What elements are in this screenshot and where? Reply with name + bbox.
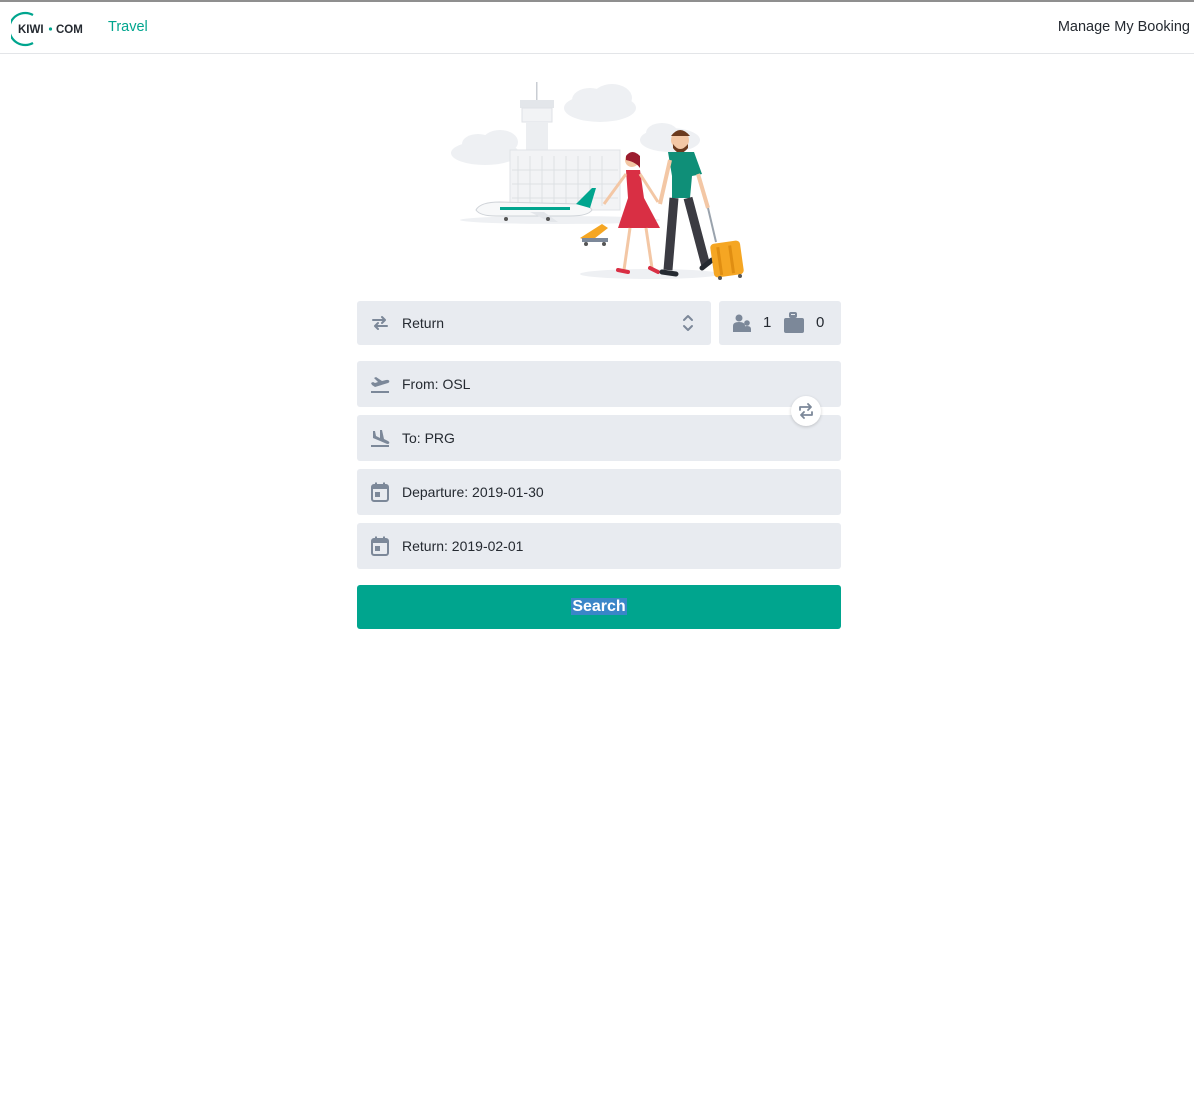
departure-date-field[interactable]: Departure: 2019-01-30	[357, 469, 841, 515]
takeoff-icon	[369, 373, 391, 395]
passenger-icon	[731, 312, 753, 334]
hero-illustration	[440, 78, 760, 288]
from-value: From: OSL	[402, 376, 471, 392]
to-value: To: PRG	[402, 430, 455, 446]
calendar-icon	[369, 535, 391, 557]
bag-count: 0	[816, 314, 825, 331]
calendar-icon	[369, 481, 391, 503]
kiwi-logo[interactable]: KIWI COM	[11, 11, 87, 47]
search-button[interactable]: Search	[357, 585, 841, 629]
manage-booking-link[interactable]: Manage My Booking	[1058, 19, 1190, 35]
departure-date-value: Departure: 2019-01-30	[402, 484, 544, 500]
swap-locations-button[interactable]	[791, 396, 821, 426]
passenger-count: 1	[763, 314, 772, 331]
landing-icon	[369, 427, 391, 449]
passengers-bags-picker[interactable]: 1 0	[719, 301, 841, 345]
top-navbar: KIWI COM Travel Manage My Booking	[0, 2, 1194, 54]
nav-travel-link[interactable]: Travel	[108, 19, 148, 35]
from-field[interactable]: From: OSL	[357, 361, 841, 407]
swap-icon	[799, 403, 813, 419]
return-date-field[interactable]: Return: 2019-02-01	[357, 523, 841, 569]
svg-text:KIWI: KIWI	[18, 24, 44, 36]
trip-type-select[interactable]: Return	[357, 301, 711, 345]
svg-text:COM: COM	[56, 24, 83, 36]
search-button-label: Search	[571, 598, 627, 615]
baggage-icon	[782, 311, 806, 335]
to-field[interactable]: To: PRG	[357, 415, 841, 461]
trip-type-value: Return	[402, 315, 445, 331]
select-chevron-icon	[681, 311, 695, 335]
swap-arrows-icon	[369, 312, 391, 334]
return-date-value: Return: 2019-02-01	[402, 538, 524, 554]
